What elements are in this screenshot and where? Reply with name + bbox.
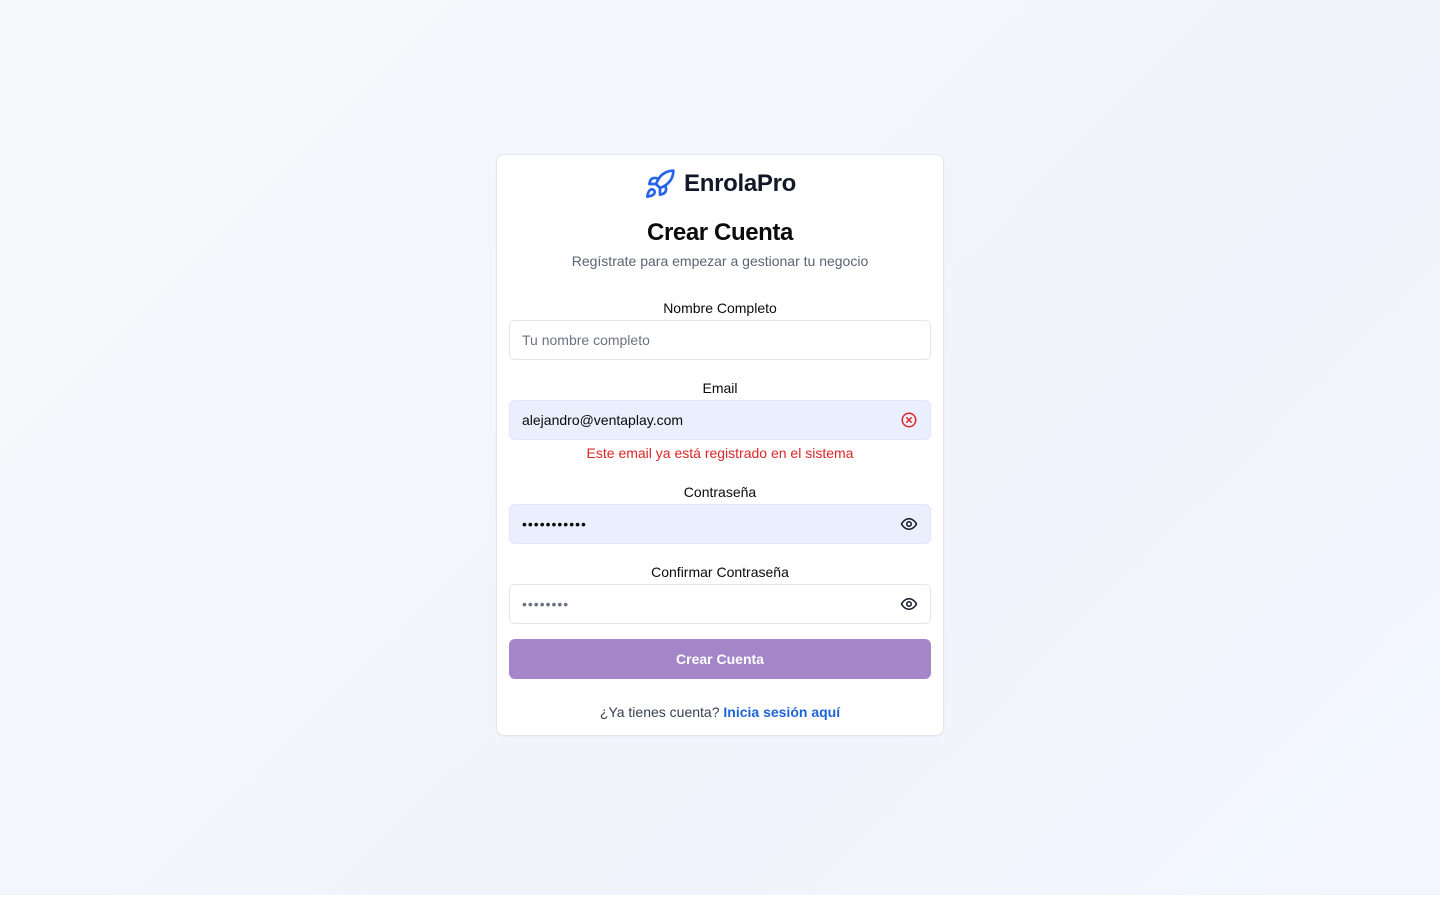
password-label: Contraseña xyxy=(683,484,757,500)
email-error-message: Este email ya está registrado en el sist… xyxy=(586,445,854,461)
page-title: Crear Cuenta xyxy=(647,219,793,246)
email-label: Email xyxy=(702,380,738,396)
eye-icon[interactable] xyxy=(900,595,918,613)
confirm-password-field[interactable]: •••••••• xyxy=(509,584,931,624)
brand-header: EnrolaPro xyxy=(497,167,943,201)
rocket-icon xyxy=(646,169,675,198)
login-prompt-text: ¿Ya tienes cuenta? xyxy=(599,704,720,720)
full-name-label: Nombre Completo xyxy=(663,300,777,316)
create-account-button[interactable]: Crear Cuenta xyxy=(509,639,931,679)
login-link[interactable]: Inicia sesión aquí xyxy=(723,704,840,720)
confirm-password-value: •••••••• xyxy=(522,596,570,612)
error-circle-icon xyxy=(901,412,917,428)
password-field[interactable]: ••••••••••• xyxy=(509,504,931,544)
brand-name: EnrolaPro xyxy=(684,170,796,197)
email-value: alejandro@ventaplay.com xyxy=(522,412,684,428)
signup-card: EnrolaPro Crear Cuenta Regístrate para e… xyxy=(496,154,944,736)
page-subtitle: Regístrate para empezar a gestionar tu n… xyxy=(571,253,869,269)
confirm-password-label: Confirmar Contraseña xyxy=(651,564,789,580)
password-value: ••••••••••• xyxy=(522,516,587,532)
full-name-placeholder: Tu nombre completo xyxy=(522,332,650,348)
bottom-strip xyxy=(0,895,1440,900)
login-prompt: ¿Ya tienes cuenta? Inicia sesión aquí xyxy=(497,704,943,720)
eye-icon[interactable] xyxy=(900,515,918,533)
email-field[interactable]: alejandro@ventaplay.com xyxy=(509,400,931,440)
full-name-field[interactable]: Tu nombre completo xyxy=(509,320,931,360)
